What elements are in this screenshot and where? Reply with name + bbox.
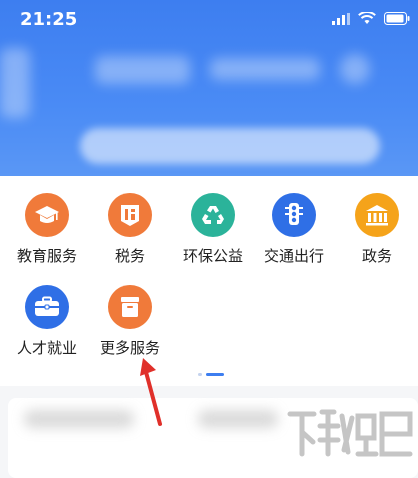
tax-seal-icon	[108, 193, 152, 237]
search-bar[interactable]	[80, 128, 380, 164]
government-building-icon	[355, 193, 399, 237]
annotation-arrow-icon	[140, 358, 162, 426]
more-box-icon	[108, 285, 152, 329]
page-dot-active	[206, 373, 224, 376]
service-label: 更多服务	[99, 339, 160, 357]
battery-icon	[384, 12, 410, 25]
blurred-card-text	[24, 410, 134, 428]
service-transport[interactable]: 交通出行	[253, 193, 335, 266]
blurred-title	[210, 58, 320, 80]
blurred-logo	[95, 56, 190, 84]
wifi-icon	[358, 12, 376, 24]
recycle-icon	[191, 193, 235, 237]
watermark-logo	[287, 409, 413, 457]
service-education[interactable]: 教育服务	[6, 193, 88, 266]
service-label: 税务	[114, 247, 145, 265]
service-employment[interactable]: 人才就业	[6, 285, 88, 358]
status-time: 21:25	[20, 9, 78, 30]
traffic-light-icon	[272, 193, 316, 237]
blurred-header: 21:25	[0, 0, 418, 176]
service-environment[interactable]: 环保公益	[172, 193, 254, 266]
service-tax[interactable]: 税务	[89, 193, 171, 266]
service-government[interactable]: 政务	[336, 193, 418, 266]
service-label: 人才就业	[16, 339, 77, 357]
page-indicator	[198, 373, 224, 376]
service-label: 交通出行	[263, 247, 324, 265]
service-more[interactable]: 更多服务	[89, 285, 171, 358]
briefcase-icon	[25, 285, 69, 329]
service-label: 环保公益	[182, 247, 243, 265]
status-icons	[332, 12, 410, 25]
service-label: 政务	[361, 247, 392, 265]
page-dot	[198, 373, 202, 376]
graduation-cap-icon	[25, 193, 69, 237]
blurred-side	[0, 48, 30, 118]
status-bar: 21:25	[0, 0, 418, 40]
signal-icon	[332, 12, 350, 25]
service-label: 教育服务	[16, 247, 77, 265]
blurred-card-text	[198, 410, 278, 428]
blurred-action	[340, 54, 370, 84]
